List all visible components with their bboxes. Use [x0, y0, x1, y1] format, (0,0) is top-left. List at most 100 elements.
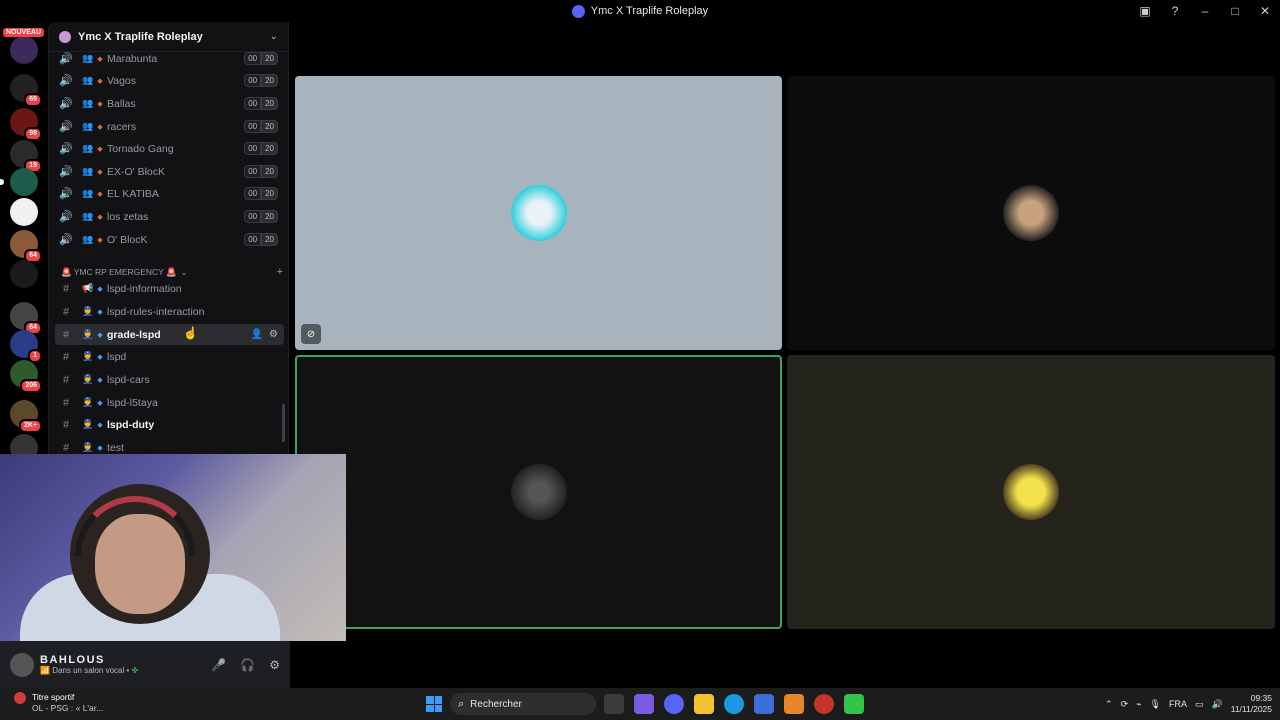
- app-icon[interactable]: [784, 694, 804, 714]
- scrollbar[interactable]: [282, 404, 285, 442]
- app-icon[interactable]: [814, 694, 834, 714]
- text-channel-item[interactable]: # 👮 ◆ lspd-l5taya: [55, 392, 284, 413]
- server-icon[interactable]: 1: [10, 330, 42, 363]
- participant-tile[interactable]: ⊘: [295, 76, 782, 350]
- voice-channel-item[interactable]: 🔊 👥 ◆ Tornado Gang 00 20: [55, 138, 284, 159]
- speaker-icon: 🔊: [59, 211, 73, 223]
- close-button[interactable]: ✕: [1250, 4, 1280, 18]
- voice-channel-item[interactable]: 🔊 👥 ◆ Marabunta 00 20: [55, 48, 284, 69]
- channel-name: lspd-rules-interaction: [107, 305, 205, 318]
- widget-title: Titre sportif: [32, 692, 75, 702]
- server-icon[interactable]: [0, 168, 38, 196]
- text-channel-item[interactable]: # 👮 ◆ grade-lspd 👤 ⚙: [55, 324, 284, 345]
- participant-tile[interactable]: [787, 76, 1275, 350]
- user-count: 00 20: [244, 52, 278, 65]
- taskbar-search[interactable]: ⌕ Rechercher: [450, 693, 596, 715]
- people-icon: 👥: [82, 98, 94, 108]
- camera-off-icon[interactable]: ⊘: [301, 324, 321, 344]
- voice-channel-item[interactable]: 🔊 👥 ◆ EL KATIBA 00 20: [55, 183, 284, 204]
- server-icon[interactable]: 19: [10, 140, 42, 173]
- network-icon[interactable]: ⌁: [1136, 699, 1141, 710]
- copilot-icon[interactable]: [634, 694, 654, 714]
- sync-icon[interactable]: ⟳: [1121, 699, 1129, 710]
- server-icon[interactable]: [10, 260, 38, 288]
- hashtag-icon: #: [62, 441, 70, 454]
- signal-icon: 📶: [40, 666, 50, 675]
- create-channel-plus-icon[interactable]: +: [277, 266, 283, 278]
- headphones-icon[interactable]: 🎧: [240, 658, 255, 672]
- server-icon[interactable]: [10, 198, 38, 226]
- voice-stage: ⊘: [290, 22, 1280, 688]
- channel-name: Ballas: [107, 97, 136, 110]
- category-header[interactable]: 🚨 YMC RP EMERGENCY 🚨 ⌄ +: [61, 265, 283, 279]
- store-icon[interactable]: [754, 694, 774, 714]
- voice-channel-item[interactable]: 🔊 👥 ◆ EX-O' BlocK 00 20: [55, 161, 284, 182]
- channel-name: test: [107, 441, 124, 454]
- server-icon[interactable]: 69: [10, 74, 42, 107]
- server-icon[interactable]: [10, 36, 38, 64]
- maximize-button[interactable]: □: [1220, 4, 1250, 18]
- mention-badge: 69: [24, 93, 42, 107]
- participant-tile[interactable]: [787, 355, 1275, 629]
- clock[interactable]: 09:35 11/11/2025: [1231, 693, 1272, 715]
- server-icon[interactable]: 206: [10, 360, 42, 393]
- speaker-icon: 🔊: [59, 234, 73, 246]
- voice-channel-item[interactable]: 🔊 👥 ◆ Vagos 00 20: [55, 70, 284, 91]
- gear-icon[interactable]: ⚙: [269, 329, 278, 340]
- edge-icon[interactable]: [724, 694, 744, 714]
- channel-name: EX-O' BlocK: [107, 165, 166, 178]
- file-explorer-icon[interactable]: [694, 694, 714, 714]
- microphone-icon[interactable]: 🎤: [211, 658, 226, 672]
- server-rail: NOUVEAU 69 98 19 64 64 1 206 2K+: [0, 22, 48, 462]
- mouse-cursor-icon: ☝: [183, 326, 198, 340]
- diamond-icon: ◆: [97, 100, 103, 108]
- user-count: 00 20: [244, 210, 278, 223]
- voice-channel-item[interactable]: 🔊 👥 ◆ los zetas 00 20: [55, 206, 284, 227]
- weather-widget[interactable]: Titre sportif OL - PSG : « L'ar...: [14, 692, 103, 714]
- channel-name: Tornado Gang: [107, 142, 174, 155]
- text-channel-item[interactable]: # 👮 ◆ lspd-duty: [55, 414, 284, 435]
- chevron-up-icon[interactable]: ⌃: [1105, 699, 1113, 710]
- people-icon: 👥: [82, 211, 94, 221]
- server-icon[interactable]: 2K+: [10, 400, 42, 433]
- text-channel-item[interactable]: # 👮 ◆ test: [55, 437, 284, 454]
- avatar[interactable]: [10, 652, 34, 677]
- gear-icon[interactable]: ⚙: [269, 658, 280, 672]
- task-view-icon[interactable]: [604, 694, 624, 714]
- voice-channel-item[interactable]: 🔊 👥 ◆ racers 00 20: [55, 116, 284, 137]
- inbox-icon[interactable]: ▣: [1130, 4, 1160, 18]
- play-icon[interactable]: [844, 694, 864, 714]
- invite-icon[interactable]: 👤: [251, 329, 263, 340]
- user-count: 00 20: [244, 74, 278, 87]
- microphone-icon[interactable]: 🎙: [1150, 699, 1161, 710]
- window-title-text: Ymc X Traplife Roleplay: [590, 5, 709, 17]
- text-channel-item[interactable]: # 👮 ◆ lspd-cars: [55, 369, 284, 390]
- server-icon[interactable]: 64: [10, 230, 42, 263]
- text-channel-item[interactable]: # 📢 ◆ lspd-information: [55, 278, 284, 299]
- user-count: 00 20: [244, 120, 278, 133]
- participant-tile-speaking[interactable]: [295, 355, 782, 629]
- language-indicator[interactable]: FRA: [1169, 699, 1187, 709]
- police-officer-icon: 👮: [82, 329, 94, 339]
- text-channel-item[interactable]: # 👮 ◆ lspd: [55, 346, 284, 367]
- text-channel-item[interactable]: # 👮 ◆ lspd-rules-interaction: [55, 301, 284, 322]
- windows-start-icon[interactable]: [426, 696, 442, 712]
- hashtag-icon: #: [62, 373, 70, 386]
- search-icon: ⌕: [458, 697, 465, 710]
- volume-icon[interactable]: 🔊: [1212, 699, 1223, 710]
- minimize-button[interactable]: –: [1190, 4, 1220, 18]
- channel-name: los zetas: [107, 210, 149, 223]
- speaker-icon: 🔊: [59, 188, 73, 200]
- hashtag-icon: #: [62, 396, 70, 409]
- diamond-icon: ◆: [97, 123, 103, 131]
- channel-name: EL KATIBA: [107, 187, 159, 200]
- voice-channel-item[interactable]: 🔊 👥 ◆ O' BlocK 00 20: [55, 229, 284, 250]
- server-icon[interactable]: 64: [10, 302, 42, 335]
- discord-icon[interactable]: [664, 694, 684, 714]
- voice-channel-item[interactable]: 🔊 👥 ◆ Ballas 00 20: [55, 93, 284, 114]
- police-officer-icon: 👮: [82, 442, 94, 452]
- server-icon[interactable]: 98: [10, 108, 42, 141]
- help-icon[interactable]: ?: [1160, 4, 1190, 18]
- display-icon[interactable]: ▭: [1195, 699, 1204, 710]
- window-title: Ymc X Traplife Roleplay: [571, 4, 709, 18]
